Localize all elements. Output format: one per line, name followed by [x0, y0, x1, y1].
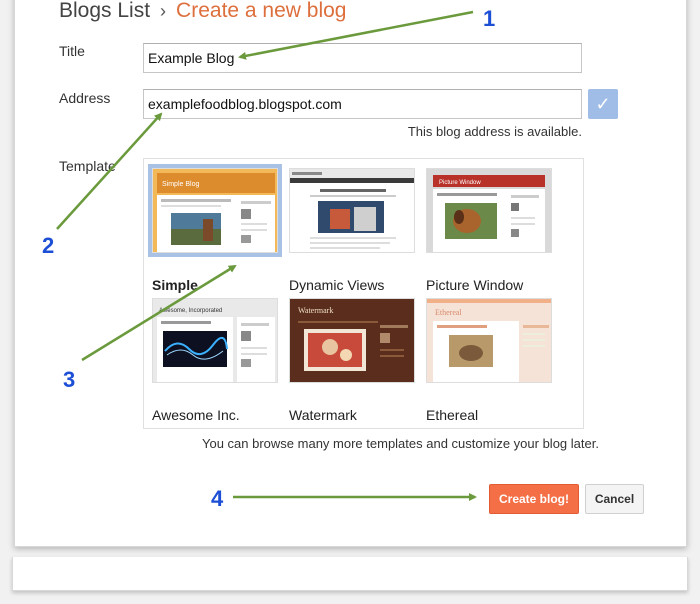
- template-label: Template: [59, 158, 116, 174]
- annotation-number-1: 1: [483, 6, 496, 31]
- breadcrumb: Blogs List › Create a new blog: [59, 0, 347, 23]
- background-panel: [12, 557, 688, 591]
- breadcrumb-blogs-list[interactable]: Blogs List: [59, 0, 150, 22]
- address-input[interactable]: examplefoodblog.blogspot.com: [143, 89, 582, 119]
- template-name: Dynamic Views: [289, 277, 385, 293]
- annotation-number-3: 3: [63, 367, 76, 392]
- page-title: Create a new blog: [176, 0, 347, 22]
- template-thumbnail: Picture Window: [426, 168, 552, 253]
- template-thumbnail: Ethereal: [426, 298, 552, 383]
- annotation-number-4: 4: [211, 486, 224, 511]
- thumb-watermark-title: Watermark: [298, 306, 333, 315]
- thumb-ethereal-title: Ethereal: [435, 308, 462, 317]
- address-label: Address: [59, 90, 111, 106]
- template-name: Ethereal: [426, 407, 479, 423]
- thumb-awesome-title: Awesome, Incorporated: [159, 308, 222, 314]
- template-thumbnail: Awesome, Incorporated: [152, 298, 278, 383]
- browse-templates-hint: You can browse many more templates and c…: [202, 436, 599, 451]
- chevron-right-icon: ›: [160, 1, 167, 21]
- address-check-button[interactable]: ✓: [588, 89, 618, 119]
- annotation-number-2: 2: [42, 233, 55, 258]
- template-thumbnail: Simple Blog: [148, 164, 282, 257]
- thumb-picture-window-title: Picture Window: [439, 180, 481, 186]
- template-name: Watermark: [289, 407, 357, 423]
- thumb-simple-title: Simple Blog: [162, 181, 199, 188]
- title-input[interactable]: Example Blog: [143, 43, 582, 73]
- checkmark-icon: ✓: [595, 94, 611, 114]
- cancel-button[interactable]: Cancel: [585, 484, 644, 514]
- template-name: Simple: [152, 277, 198, 293]
- template-name: Awesome Inc.: [152, 407, 240, 423]
- address-status: This blog address is available.: [407, 124, 582, 139]
- template-thumbnail: [289, 168, 415, 253]
- template-thumbnail: Watermark: [289, 298, 415, 383]
- create-blog-button[interactable]: Create blog!: [489, 484, 579, 514]
- template-name: Picture Window: [426, 277, 524, 293]
- title-label: Title: [59, 43, 85, 59]
